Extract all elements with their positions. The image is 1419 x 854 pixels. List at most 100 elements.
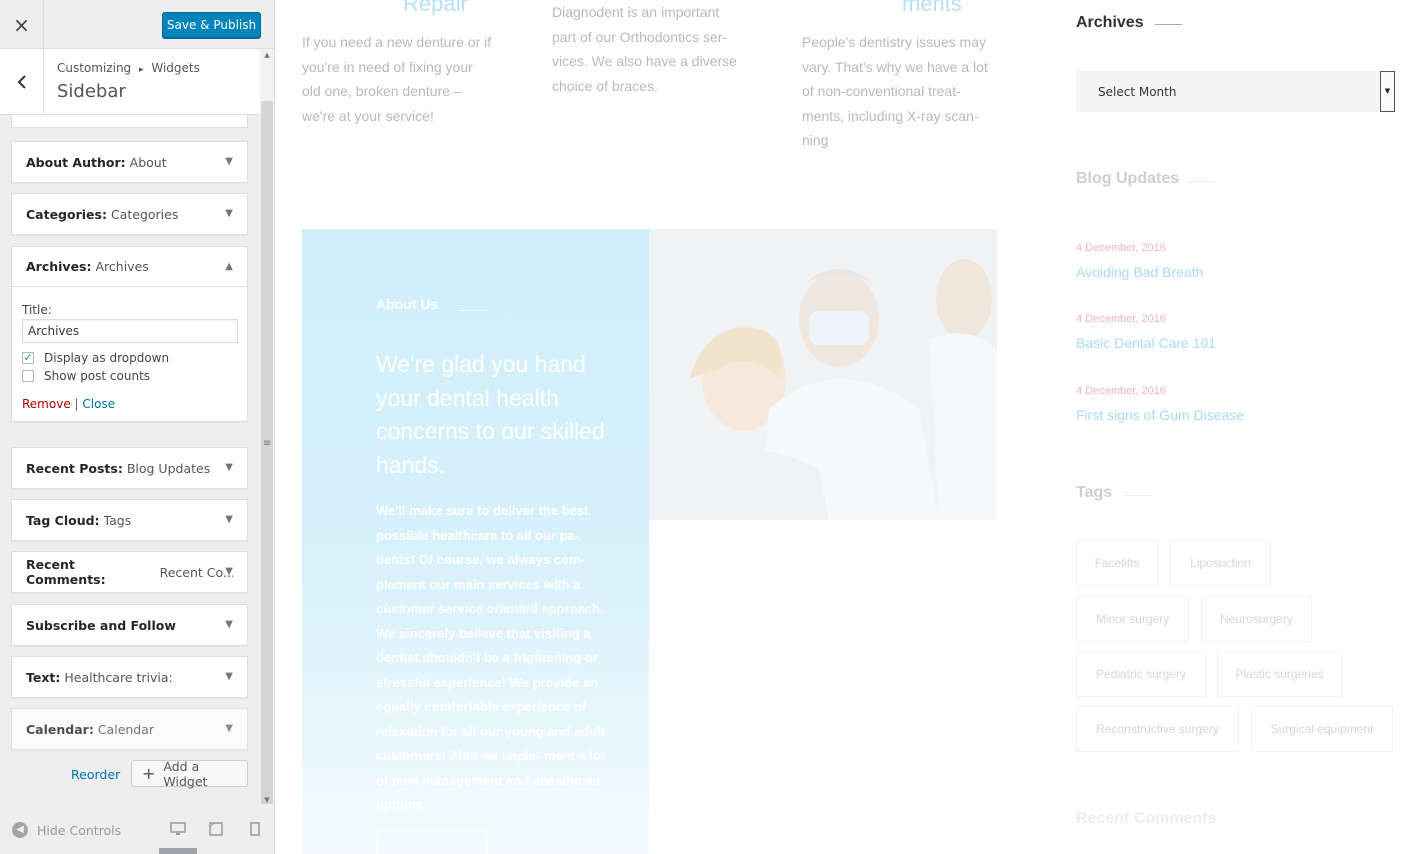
service-line: ments, including X-ray scan- [802,107,979,124]
post-date: 4 December, 2016 [1076,242,1166,254]
service-line: vary. That's why we have a lot [802,58,988,75]
widget-text[interactable]: Text: Healthcare trivia: ▼ [11,656,248,698]
widget-header[interactable]: Text: Healthcare trivia: ▼ [12,657,247,697]
panel-scrollbar[interactable]: ▲ ≡ ▼ [260,49,274,809]
tag-pill[interactable]: Plastic surgeries [1217,651,1342,697]
expand-arrow-icon[interactable]: ▼ [225,462,233,473]
widget-calendar[interactable]: Calendar: Calendar ▼ [11,708,248,750]
widget-type: Categories: [26,206,107,222]
hide-controls-icon[interactable]: ◀ [12,822,28,838]
widget-header[interactable]: Recent Comments: Recent Co... ▼ [12,552,247,592]
widget-header[interactable]: About Author: About ▼ [12,142,247,182]
expand-arrow-icon[interactable]: ▼ [225,619,233,630]
service-line: of non-conventional treat- [802,83,961,99]
customizer-footer: ◀ Hide Controls [0,812,274,854]
widget-type: Recent Posts: [26,460,123,476]
tag-pill[interactable]: Neurosurgery [1201,596,1312,642]
back-arrow-icon[interactable] [0,49,44,115]
title-input[interactable]: Archives [22,319,238,343]
counts-checkbox[interactable] [22,370,34,382]
service-text-1: If you need a new denture or if you're i… [302,30,522,128]
add-widget-button[interactable]: + Add a Widget [131,758,248,789]
about-subtitle-rule [458,310,488,311]
about-subtitle: About Us [376,296,439,312]
save-publish-button[interactable]: Save & Publish [162,12,261,38]
widget-header[interactable]: Categories: Categories ▼ [12,194,247,234]
chevron-down-icon[interactable]: ▼ [1380,71,1395,112]
action-separator: | [74,397,79,411]
widget-recent-comments[interactable]: Recent Comments: Recent Co... ▼ [11,551,248,593]
widget-tag-cloud[interactable]: Tag Cloud: Tags ▼ [11,499,248,541]
scroll-up-icon[interactable]: ▲ [260,49,274,61]
tag-pill[interactable]: Surgical equipment [1251,706,1393,752]
widget-categories[interactable]: Categories: Categories ▼ [11,193,248,235]
breadcrumb: Customizing ▸ Widgets [57,61,200,75]
widget-type: About Author: [26,154,126,170]
scroll-thumb[interactable] [261,101,273,804]
widget-header[interactable]: Tag Cloud: Tags ▼ [12,500,247,540]
expand-arrow-icon[interactable]: ▼ [225,566,233,577]
widget-header[interactable]: Archives: Archives ▲ [12,247,247,287]
widget-title: About [129,154,167,170]
expand-arrow-icon[interactable]: ▼ [225,208,233,219]
section-header: Customizing ▸ Widgets Sidebar [0,49,260,115]
service-line: vices. We also have a diverse [552,53,737,69]
widget-subscribe-follow[interactable]: Subscribe and Follow ▼ [11,604,248,646]
expand-arrow-icon[interactable]: ▼ [225,671,233,682]
phone-icon [250,822,260,836]
widget-header[interactable]: Recent Posts: Blog Updates ▼ [12,448,247,488]
post-link[interactable]: First signs of Gum Disease [1076,407,1244,423]
widget-header[interactable]: Calendar: Calendar ▼ [12,709,247,749]
dropdown-option: ✓ Display as dropdown [22,351,237,365]
expand-arrow-icon[interactable]: ▼ [225,514,233,525]
widget-archives[interactable]: Archives: Archives ▲ Title: Archives ✓ D… [11,246,248,422]
dropdown-label: Display as dropdown [44,351,170,365]
expand-arrow-icon[interactable]: ▼ [225,723,233,734]
widget-title: Tags [103,512,132,528]
reorder-link[interactable]: Reorder [71,767,120,782]
tag-pill[interactable]: Facelifts [1076,540,1158,586]
collapse-arrow-icon[interactable]: ▲ [225,261,233,272]
widget-actions: Remove | Close [22,397,237,411]
add-widget-label: Add a Widget [163,758,208,789]
archives-month-select[interactable]: Select Month [1076,71,1395,112]
customizer-header: × Save & Publish [0,0,274,49]
tags-title: Tags [1076,484,1113,501]
customizer-panel: × Save & Publish Customizing ▸ Widgets S… [0,0,275,854]
about-panel: About Us We're glad you hand your dental… [302,229,649,854]
expand-arrow-icon[interactable]: ▼ [225,156,233,167]
read-more-button[interactable] [376,831,488,854]
tag-pill[interactable]: Liposuction [1170,540,1271,586]
widget-header[interactable]: Subscribe and Follow ▼ [12,605,247,645]
about-headline: We're glad you hand your dental health c… [376,351,605,478]
breadcrumb-separator: ▸ [139,65,144,75]
active-device-indicator [159,848,197,854]
mobile-preview-icon[interactable] [250,822,260,840]
close-link[interactable]: Close [82,397,115,411]
tablet-preview-icon[interactable] [209,822,223,840]
archives-widget-title: Archives [1076,14,1144,31]
remove-link[interactable]: Remove [22,397,71,411]
service-heading-1: Repair [403,0,468,16]
post-link[interactable]: Basic Dental Care 101 [1076,335,1216,351]
desktop-preview-icon[interactable] [170,822,186,840]
service-line: old one, broken denture – [302,83,462,99]
widget-about-author[interactable]: About Author: About ▼ [11,141,248,183]
widget-type: Recent Comments: [26,557,106,587]
widget-recent-posts[interactable]: Recent Posts: Blog Updates ▼ [11,447,248,489]
tag-pill[interactable]: Minor surgery [1076,596,1189,642]
tablet-icon [209,822,223,836]
close-icon[interactable]: × [0,0,44,49]
widget-title: Archives [95,259,149,274]
service-line: Diagnodent is an important [552,4,720,20]
widget-type: Calendar: [26,721,94,737]
counts-label: Show post counts [44,369,151,383]
service-line: ning [802,132,829,148]
service-text-2: Diagnodent is an important part of our O… [552,0,772,98]
post-link[interactable]: Avoiding Bad Breath [1076,264,1203,280]
scroll-down-icon[interactable]: ▼ [260,794,274,806]
hide-controls-label[interactable]: Hide Controls [37,823,121,838]
tag-pill[interactable]: Pediatric surgery [1076,651,1206,697]
tag-pill[interactable]: Reconstructive surgery [1076,706,1239,752]
dropdown-checkbox[interactable]: ✓ [22,352,34,364]
